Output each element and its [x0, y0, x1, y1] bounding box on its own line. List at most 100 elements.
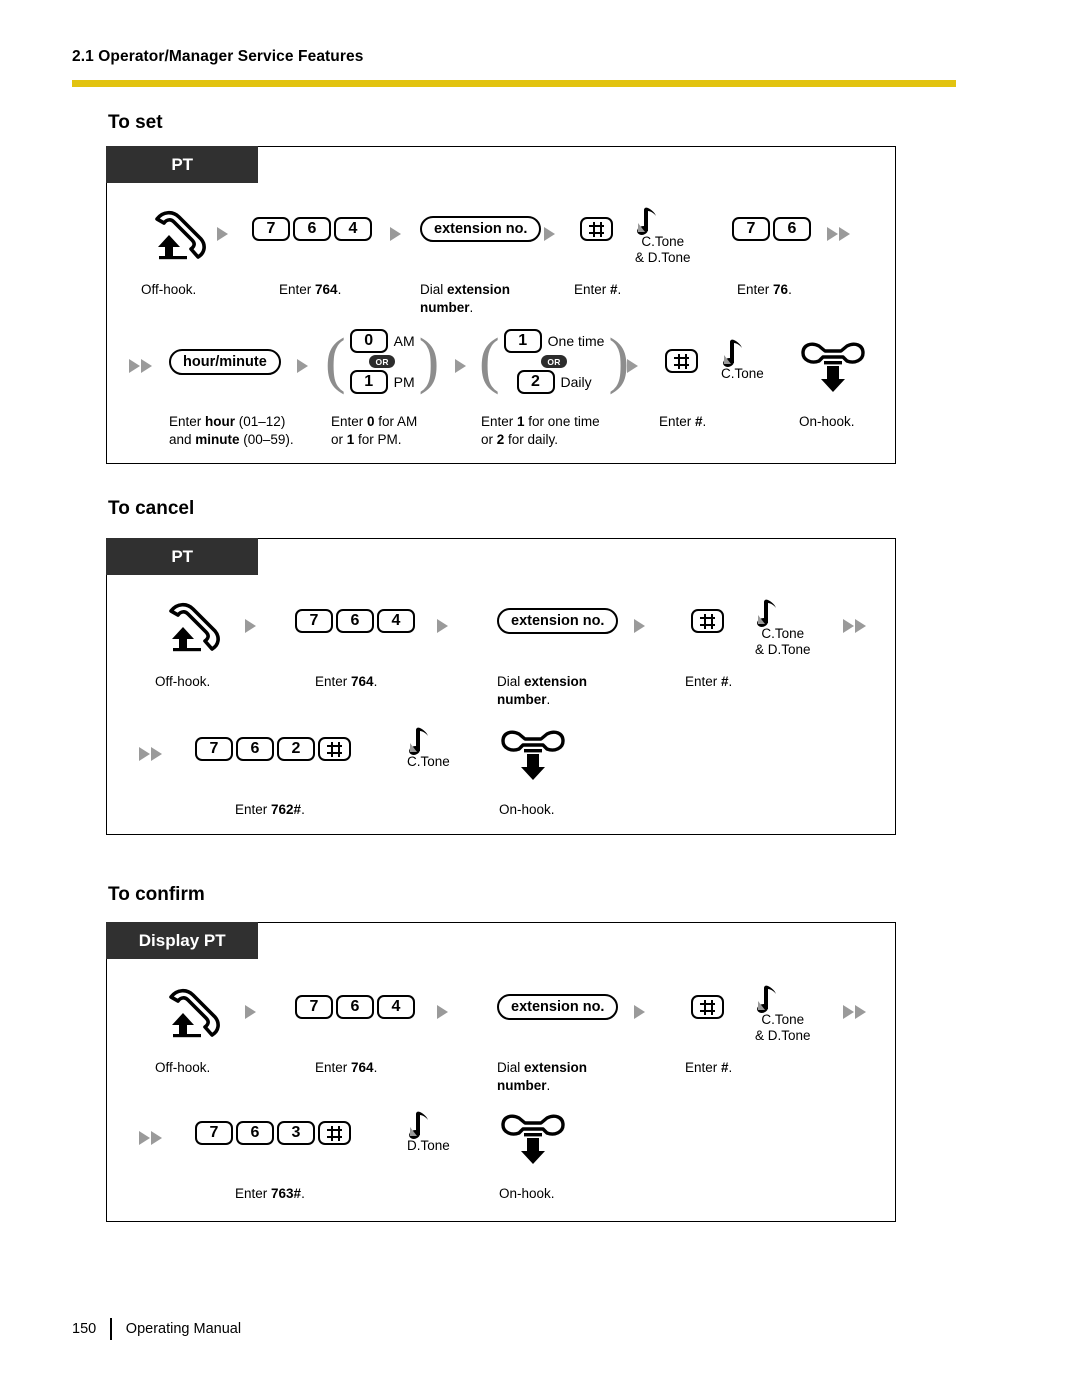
key-7[interactable]: 7 [295, 995, 333, 1019]
key-7[interactable]: 7 [295, 609, 333, 633]
key-6[interactable]: 6 [336, 609, 374, 633]
caption-onhook-to-set: On-hook. [799, 414, 855, 429]
music-note-icon [635, 205, 657, 235]
or-badge: OR [541, 355, 568, 368]
tone-indicator-to-cancel-2: C.Tone [407, 725, 450, 770]
pill-extension-no-to-confirm[interactable]: extension no. [497, 994, 619, 1020]
key-1-one-time[interactable]: 1 [503, 329, 542, 353]
caption-offhook-to-set: Off-hook. [141, 282, 197, 297]
pill-extension-no-to-cancel[interactable]: extension no. [497, 608, 619, 634]
page-header: 2.1 Operator/Manager Service Features [72, 48, 1008, 66]
key-hash[interactable] [318, 1121, 351, 1145]
flow-arrow [634, 1005, 645, 1019]
flow-arrow [297, 359, 308, 373]
flow-arrow [245, 619, 256, 633]
keys-764-to-set: 7 6 4 [252, 217, 372, 241]
key-7[interactable]: 7 [732, 217, 770, 241]
key-6[interactable]: 6 [293, 217, 331, 241]
or-badge: OR [369, 355, 396, 368]
hash-icon [327, 1125, 342, 1141]
label-am: AM [393, 333, 415, 349]
tone-indicator-to-set: C.Tone & D.Tone [635, 205, 691, 266]
key-2[interactable]: 2 [277, 737, 315, 761]
key-7[interactable]: 7 [195, 1121, 233, 1145]
or-group-ampm-to-set: ( 0 AM OR 1 PM ) [325, 329, 439, 394]
key-2-daily[interactable]: 2 [516, 370, 555, 394]
flow-arrow [544, 227, 555, 241]
key-hash-to-set-2[interactable] [665, 349, 698, 373]
key-7[interactable]: 7 [252, 217, 290, 241]
caption-764-to-set: Enter 764. [279, 282, 342, 297]
key-7[interactable]: 7 [195, 737, 233, 761]
music-note-icon [407, 725, 429, 755]
caption-hash-to-confirm: Enter #. [685, 1060, 733, 1075]
hash-icon [589, 221, 604, 237]
hash-icon [700, 999, 715, 1015]
paren-close-icon: ) [418, 327, 440, 396]
key-hash-to-cancel[interactable] [691, 609, 724, 633]
keys-763-to-confirm: 7 6 3 [195, 1121, 351, 1145]
caption-offhook-to-confirm: Off-hook. [155, 1060, 211, 1075]
flow-arrow [217, 227, 228, 241]
key-4[interactable]: 4 [377, 995, 415, 1019]
key-hash-to-confirm[interactable] [691, 995, 724, 1019]
hash-icon [327, 741, 342, 757]
footer-page-number: 150 [72, 1321, 97, 1337]
label-one-time: One time [547, 333, 605, 349]
key-4[interactable]: 4 [377, 609, 415, 633]
pill-extension-no-to-set[interactable]: extension no. [420, 216, 542, 242]
key-4[interactable]: 4 [334, 217, 372, 241]
hash-icon [674, 353, 689, 369]
caption-763-to-confirm: Enter 763#. [235, 1186, 305, 1201]
flow-arrow-double [843, 1005, 866, 1019]
flow-arrow-double [843, 619, 866, 633]
key-1-pm[interactable]: 1 [349, 370, 388, 394]
key-6[interactable]: 6 [773, 217, 811, 241]
label-pm: PM [393, 374, 415, 390]
tone-indicator-to-confirm-2: D.Tone [407, 1109, 450, 1154]
key-6[interactable]: 6 [336, 995, 374, 1019]
page-title: 2.1 Operator/Manager Service Features [72, 48, 364, 65]
key-hash-to-set[interactable] [580, 217, 613, 241]
key-6[interactable]: 6 [236, 737, 274, 761]
key-3[interactable]: 3 [277, 1121, 315, 1145]
tab-display-pt-to-confirm: Display PT [106, 922, 259, 960]
pill-hour-minute-to-set[interactable]: hour/minute [169, 349, 281, 375]
hash-icon [700, 613, 715, 629]
section-title-to-set: To set [108, 112, 163, 133]
key-6[interactable]: 6 [236, 1121, 274, 1145]
offhook-icon-to-confirm [157, 981, 223, 1044]
offhook-icon-to-set [143, 203, 209, 266]
tone-indicator-to-set-2: C.Tone [721, 337, 764, 382]
caption-extension-to-confirm: Dial extension number. [497, 1060, 588, 1093]
flow-arrow [245, 1005, 256, 1019]
key-hash[interactable] [318, 737, 351, 761]
caption-onhook-to-confirm: On-hook. [499, 1186, 555, 1201]
flow-arrow [455, 359, 466, 373]
tone-label-to-confirm: C.Tone & D.Tone [755, 1012, 811, 1044]
tab-pt-to-set: PT [106, 146, 259, 184]
page-footer: 150 Operating Manual [72, 1318, 241, 1340]
flow-arrow [437, 1005, 448, 1019]
caption-hash-to-cancel: Enter #. [685, 674, 733, 689]
keys-764-to-confirm: 7 6 4 [295, 995, 415, 1019]
flow-arrow [627, 359, 638, 373]
label-daily: Daily [560, 374, 592, 390]
section-title-to-cancel: To cancel [108, 498, 195, 519]
flow-arrow-double [139, 747, 162, 761]
caption-hash-to-set-2: Enter #. [659, 414, 707, 429]
caption-762-to-cancel: Enter 762#. [235, 802, 305, 817]
paren-open-icon: ( [325, 327, 346, 396]
flow-arrow [437, 619, 448, 633]
paren-open-icon: ( [479, 327, 500, 396]
flow-arrow [634, 619, 645, 633]
offhook-icon-to-cancel [157, 595, 223, 658]
diagram-to-confirm: Display PT Off-hook. 7 6 4 Enter 764. ex… [106, 922, 896, 1222]
key-0-am[interactable]: 0 [349, 329, 388, 353]
flow-arrow [390, 227, 401, 241]
tone-indicator-to-cancel: C.Tone & D.Tone [755, 597, 811, 658]
music-note-icon [755, 597, 777, 627]
tone-label-to-cancel: C.Tone & D.Tone [755, 626, 811, 658]
caption-hash-to-set: Enter #. [574, 282, 622, 297]
flow-arrow-double [139, 1131, 162, 1145]
